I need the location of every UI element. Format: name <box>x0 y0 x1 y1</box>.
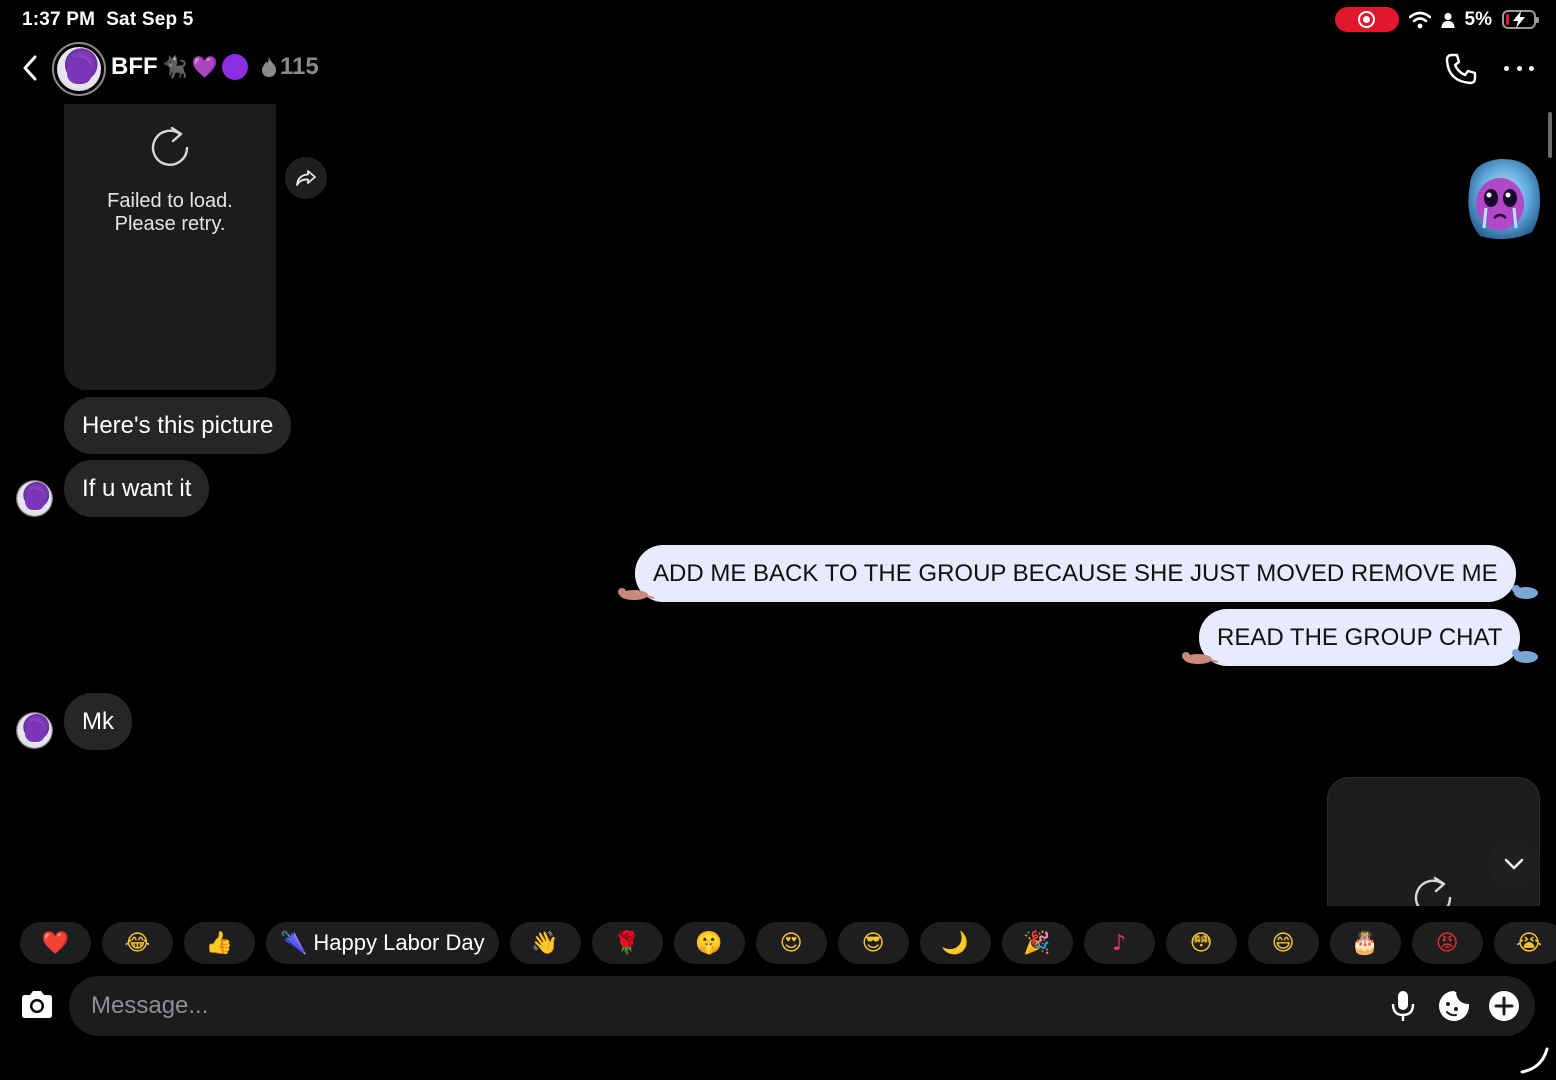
phone-icon[interactable] <box>1444 52 1478 86</box>
retry-icon[interactable] <box>1410 874 1456 906</box>
message-bubble[interactable]: READ THE GROUP CHAT <box>1199 609 1521 666</box>
status-bar: 1:37 PM Sat Sep 5 5% <box>0 0 1556 40</box>
reaction-flushed[interactable]: 😳 <box>1165 922 1237 964</box>
message-bubble[interactable]: ADD ME BACK TO THE GROUP BECAUSE SHE JUS… <box>635 545 1516 602</box>
crying-sticker[interactable] <box>1460 154 1544 242</box>
pet-decoration-icon <box>618 588 654 600</box>
media-error-text: Failed to load. Please retry. <box>107 190 233 235</box>
reaction-angry[interactable]: 😡 <box>1411 922 1483 964</box>
pet-decoration-icon <box>1512 585 1538 599</box>
reaction-wave[interactable]: 👋 <box>509 922 581 964</box>
message-bubble[interactable]: Here's this picture <box>64 397 292 454</box>
screen-record-icon[interactable] <box>1334 7 1399 32</box>
mic-icon[interactable] <box>1389 990 1417 1022</box>
streak-badge: 115 <box>260 53 319 81</box>
reaction-shush[interactable]: 🤫 <box>673 922 745 964</box>
status-date: Sat Sep 5 <box>106 9 194 30</box>
message-bubble[interactable]: Mk <box>64 693 132 750</box>
reaction-cool[interactable]: 😎 <box>837 922 909 964</box>
status-indicators: 5% <box>1334 7 1539 32</box>
quick-reactions-bar: ❤️ 😂 👍 🌂 Happy Labor Day 👋 🌹 🤫 😍 😎 🌙 🎉 ♪ … <box>20 922 1556 966</box>
more-icon[interactable] <box>1504 58 1534 78</box>
chat-title[interactable]: BFF 🐈‍⬛ 💜 115 <box>111 53 319 81</box>
avatar[interactable] <box>16 712 53 749</box>
person-icon <box>1441 12 1455 28</box>
reaction-party[interactable]: 🎉 <box>1001 922 1073 964</box>
chat-header: BFF 🐈‍⬛ 💜 115 <box>0 40 1556 106</box>
purple-circle-emoji <box>221 54 248 80</box>
flame-icon <box>261 57 276 77</box>
contact-name: BFF <box>111 53 158 80</box>
share-icon[interactable] <box>285 157 327 199</box>
streak-count: 115 <box>279 53 319 80</box>
reaction-rose[interactable]: 🌹 <box>591 922 663 964</box>
status-time: 1:37 PM Sat Sep 5 <box>22 9 194 30</box>
camera-icon[interactable] <box>18 986 56 1024</box>
sticker-icon[interactable] <box>1437 989 1471 1023</box>
failed-media-card[interactable]: Failed to load. Please retry. <box>64 104 276 390</box>
reaction-thumbs-up[interactable]: 👍 <box>184 922 255 964</box>
back-icon[interactable] <box>14 52 46 84</box>
pet-decoration-icon <box>1512 649 1538 663</box>
reaction-laugh[interactable]: 😂 <box>102 922 173 964</box>
message-thread[interactable]: Failed to load. Please retry. Here's thi… <box>0 104 1556 906</box>
wifi-icon <box>1408 11 1431 28</box>
message-bubble[interactable]: If u want it <box>64 460 210 517</box>
home-indicator[interactable] <box>1518 1046 1550 1074</box>
purple-heart-emoji: 💜 <box>191 54 218 79</box>
reaction-grin[interactable]: 😄 <box>1247 922 1319 964</box>
battery-charging-icon <box>1502 10 1539 29</box>
pet-decoration-icon <box>1182 652 1218 664</box>
avatar[interactable] <box>16 480 53 517</box>
reaction-happy-labor-day[interactable]: 🌂 Happy Labor Day <box>266 922 499 964</box>
reaction-crying[interactable]: 😭 <box>1493 922 1556 964</box>
scroll-to-bottom-button[interactable] <box>1488 838 1540 890</box>
retry-icon[interactable] <box>148 124 192 170</box>
cat-emoji: 🐈‍⬛ <box>161 54 188 79</box>
scrollbar[interactable] <box>1548 112 1552 158</box>
reaction-heart[interactable]: ❤️ <box>20 922 91 964</box>
reaction-heart-eyes[interactable]: 😍 <box>755 922 827 964</box>
contact-avatar[interactable] <box>52 42 106 96</box>
message-input[interactable] <box>91 976 1351 1036</box>
plus-icon[interactable] <box>1488 990 1520 1022</box>
reaction-cake[interactable]: 🎂 <box>1329 922 1401 964</box>
reaction-moon[interactable]: 🌙 <box>919 922 991 964</box>
battery-percent: 5% <box>1464 8 1492 30</box>
chevron-down-icon <box>1504 858 1524 870</box>
message-composer <box>69 976 1535 1036</box>
reaction-tiktok[interactable]: ♪ <box>1083 922 1155 964</box>
